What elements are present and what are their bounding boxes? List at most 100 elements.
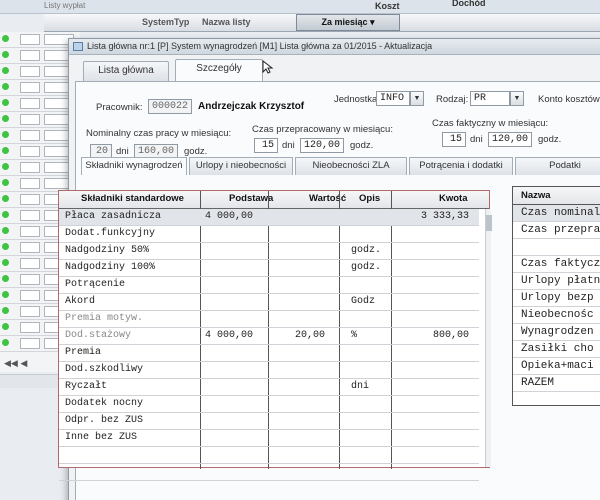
tab-skladniki-wynagrodzen[interactable]: Składniki wynagrodzeń [81,157,187,175]
cell-name[interactable]: Premia [65,347,101,358]
summary-row[interactable]: Nieobecnośc [513,307,600,324]
table-row[interactable]: Dodatek nocny [59,396,479,413]
cell-opis[interactable]: Godz [351,296,375,307]
status-dot-icon [2,115,9,122]
tab-szczegoly[interactable]: Szczegóły [175,59,263,81]
column-header-opis[interactable]: Opis [359,193,380,204]
column-header-skladniki[interactable]: Składniki standardowe [81,193,184,204]
summary-row[interactable]: Zasiłki cho [513,341,600,358]
summary-row[interactable]: Urlopy bezp [513,290,600,307]
summary-row[interactable]: Czas nominal [513,205,600,222]
summary-row[interactable]: Opieka+maci [513,358,600,375]
cell-opis[interactable]: godz. [351,245,381,256]
cell-name[interactable]: Płaca zasadnicza [65,211,161,222]
tab-podatki[interactable]: Podatki [515,157,600,175]
column-dochod[interactable]: Dochód [452,0,486,8]
column-header-nazwa[interactable]: Nazwa [521,190,551,201]
worked-time-label: Czas przepracowany w miesiącu: [252,124,393,135]
table-row[interactable]: Ryczałt dni [59,379,479,396]
table-row[interactable]: Dod.stażowy 4 000,00 20,00% 800,00 [59,328,479,345]
actual-days-unit: dni [470,134,483,145]
background-titlebar: Listy wypłat [0,0,600,14]
table-row[interactable] [59,464,479,481]
actual-hours-field[interactable]: 120,00 [488,132,532,147]
cell-name[interactable]: Odpr. bez ZUS [65,415,143,426]
cell-name[interactable]: Ryczałt [65,381,107,392]
cell-name[interactable]: Nadgodziny 100% [65,262,155,273]
column-header-wartosc[interactable]: Wartość [309,193,346,204]
scrollbar-thumb[interactable] [486,215,492,231]
actual-days-field[interactable]: 15 [442,132,466,147]
table-row[interactable]: Nadgodziny 50% godz. [59,243,479,260]
table-row[interactable]: Płaca zasadnicza 4 000,00 3 333,33 [59,209,479,226]
cell-name[interactable]: Dodatek nocny [65,398,143,409]
summary-row[interactable]: Czas przepra [513,222,600,239]
cell-name[interactable]: Dod.szkodliwy [65,364,143,375]
cell-name[interactable]: Potrącenie [65,279,125,290]
summary-row[interactable]: Wynagrodzen [513,324,600,341]
table-row[interactable]: Potrącenie [59,277,479,294]
table-row[interactable] [59,447,479,464]
employee-id-field[interactable]: 000022 [148,99,192,114]
unit-field[interactable]: INFO [376,91,410,106]
summary-row[interactable]: Urlopy płatn [513,273,600,290]
worked-days-field[interactable]: 15 [254,138,278,153]
cell-kwota[interactable]: 3 333,33 [421,211,469,222]
column-koszt[interactable]: Koszt [375,1,400,11]
column-nazwa-listy[interactable]: Nazwa listy [202,17,251,27]
summary-cell-nazwa: Zasiłki cho [521,343,594,355]
worked-hours-field[interactable]: 120,00 [300,138,344,153]
cell-wartosc[interactable]: 20,00 [295,330,325,341]
column-system[interactable]: System [142,17,174,27]
column-header-podstawa[interactable]: Podstawa [229,193,273,204]
cell-name[interactable]: Nadgodziny 50% [65,245,149,256]
status-dot-icon [2,323,9,330]
type-dropdown-chevron-icon[interactable]: ▼ [510,91,524,106]
column-za-miesiac[interactable]: Za miesiąc ▾ [296,14,400,31]
summary-row[interactable]: Czas faktycz [513,256,600,273]
type-field[interactable]: PR [470,91,510,106]
tab-lista-glowna[interactable]: Lista główna [83,61,169,81]
cell-opis[interactable]: % [351,330,357,341]
unit-dropdown-chevron-icon[interactable]: ▼ [410,91,424,106]
cost-account-label: Konto kosztów: [538,94,600,105]
cell-kwota[interactable]: 800,00 [433,330,469,341]
status-dot-icon [2,275,9,282]
background-window-title: Listy wypłat [44,1,86,10]
cell-name[interactable]: Premia motyw. [65,313,143,324]
table-row[interactable]: Dodat.funkcyjny [59,226,479,243]
cell-name[interactable]: Akord [65,296,95,307]
cell-name[interactable]: Dodat.funkcyjny [65,228,155,239]
table-row[interactable]: Nadgodziny 100% godz. [59,260,479,277]
table-header: Składniki standardowe Podstawa Wartość O… [59,191,489,209]
summary-row[interactable]: RAZEM [513,375,600,392]
status-dot-icon [2,35,9,42]
status-dot-icon [2,147,9,154]
cell-name[interactable]: Dod.stażowy [65,330,131,341]
cell-opis[interactable]: godz. [351,262,381,273]
column-typ[interactable]: Typ [174,17,189,27]
table-row[interactable]: Premia motyw. [59,311,479,328]
dialog-titlebar[interactable]: Lista główna nr:1 [P] System wynagrodzeń… [69,39,600,55]
tab-urlopy-nieobecnosci[interactable]: Urlopy i nieobecności [189,157,293,175]
column-header-kwota[interactable]: Kwota [439,193,468,204]
cell-name[interactable]: Inne bez ZUS [65,432,137,443]
table-row[interactable]: Akord Godz [59,294,479,311]
cell-podstawa[interactable]: 4 000,00 [205,211,253,222]
summary-table: Nazwa Czas nominal Czas przepra Czas fakty… [512,186,600,406]
tab-nieobecnosci-zla[interactable]: Nieobecności ZLA [295,157,407,175]
summary-row[interactable] [513,239,600,256]
table-row[interactable]: Premia [59,345,479,362]
vertical-scrollbar[interactable] [485,209,492,467]
actual-hours-unit: godz. [538,134,562,145]
table-row[interactable]: Dod.szkodliwy [59,362,479,379]
tab-potracenia-dodatki[interactable]: Potrącenia i dodatki [409,157,513,175]
cell-podstawa[interactable]: 4 000,00 [205,330,253,341]
nominal-hours-unit: godz. [184,146,208,157]
window-system-icon[interactable] [73,42,83,51]
table-row[interactable]: Odpr. bez ZUS [59,413,479,430]
table-row[interactable]: Inne bez ZUS [59,430,479,447]
cell-opis[interactable]: dni [351,381,369,392]
record-navigation-arrows[interactable]: ◀◀ ◀ [4,358,44,370]
actual-time-label: Czas faktyczny w miesiącu: [432,118,549,129]
